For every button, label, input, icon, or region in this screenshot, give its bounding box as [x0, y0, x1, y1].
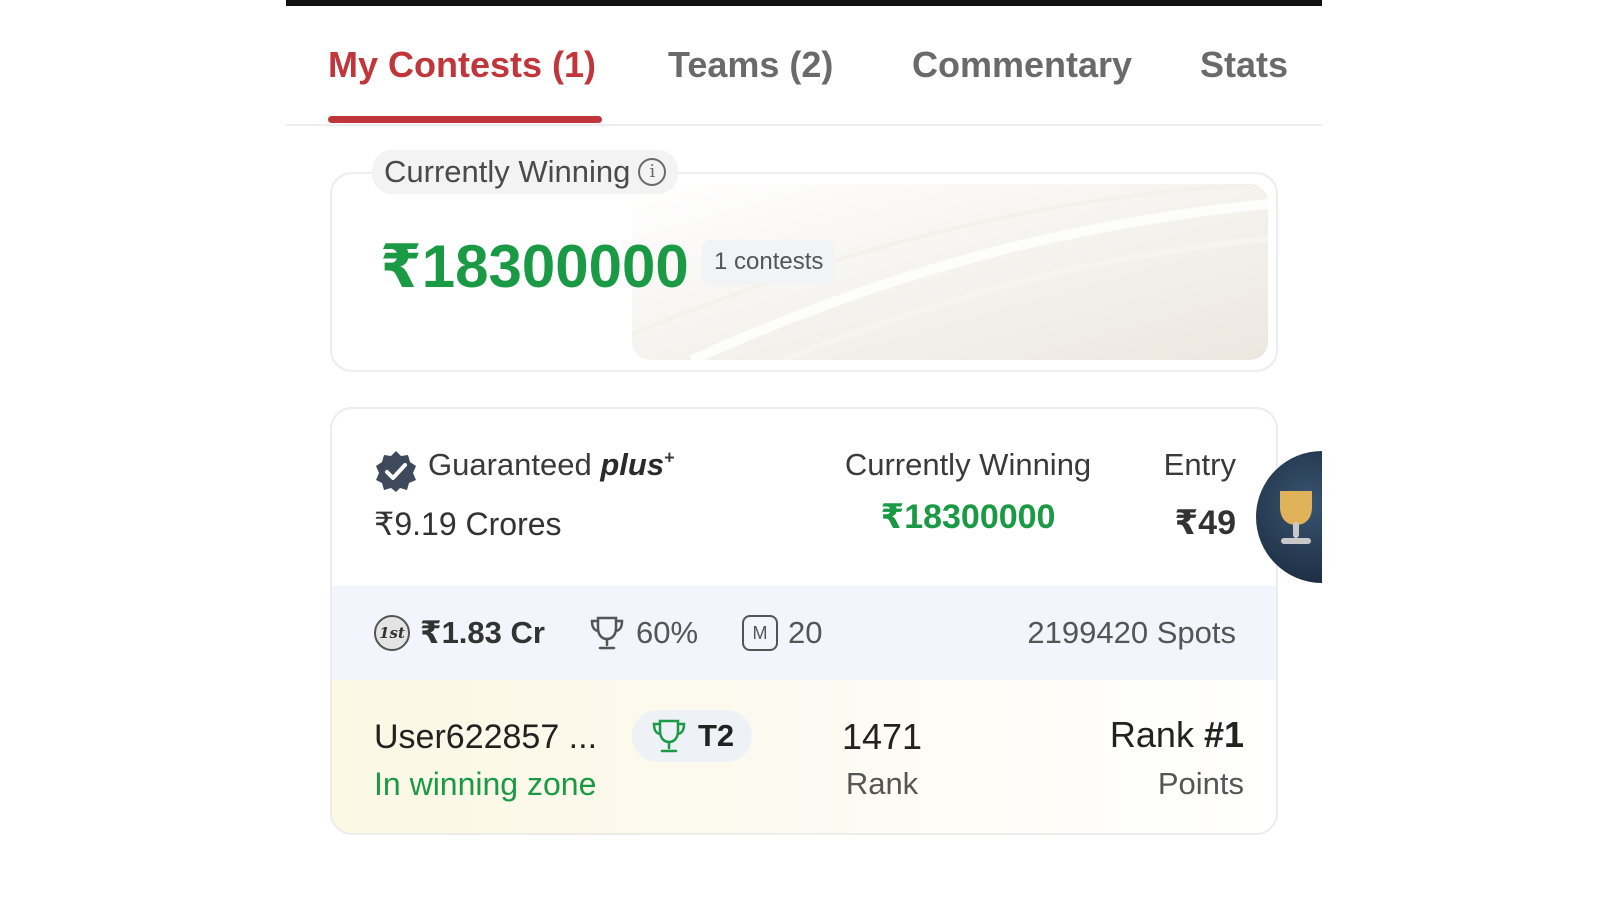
team-tag: T2 [698, 718, 735, 753]
tab-stats[interactable]: Stats [1200, 44, 1288, 86]
first-prize: 1st ₹1.83 Cr [374, 586, 545, 680]
points-number: #1 [1203, 714, 1244, 755]
user-team-row[interactable]: User622857 ... In winning zone T2 1471 R… [332, 680, 1276, 833]
tab-commentary[interactable]: Commentary [912, 44, 1132, 86]
team-badge: T2 [632, 710, 753, 762]
contest-header-row: Guaranteed plus+ ₹9.19 Crores Currently … [332, 409, 1276, 586]
rank-label: Rank [845, 766, 919, 801]
contest-currently-winning-value: ₹18300000 [880, 498, 1056, 536]
active-tab-indicator [328, 116, 602, 123]
entry-label: Entry [1163, 447, 1236, 482]
contest-stats-row: 1st ₹1.83 Cr 60% M 20 2199420 Spots [332, 586, 1276, 680]
contest-currently-winning-label: Currently Winning [844, 447, 1092, 482]
winners-percent: 60% [588, 586, 698, 680]
trophy-icon [1280, 491, 1312, 544]
spots-count: 2199420 Spots [1027, 615, 1236, 650]
first-prize-icon: 1st [374, 615, 410, 651]
contest-type-text: Guaranteed [428, 447, 592, 482]
max-teams-value: 20 [788, 615, 823, 650]
contests-count-badge: 1 contests [702, 240, 836, 284]
verified-badge-icon [376, 451, 416, 492]
contest-card[interactable]: Guaranteed plus+ ₹9.19 Crores Currently … [330, 407, 1278, 835]
username: User622857 ... [374, 718, 598, 756]
first-prize-value: ₹1.83 Cr [420, 615, 545, 650]
entry-fee: ₹49 [1174, 504, 1236, 542]
trophy-icon [590, 616, 624, 650]
tab-teams[interactable]: Teams (2) [668, 44, 833, 86]
rank-value: 1471 [841, 716, 923, 757]
points-prefix: Rank [1109, 714, 1204, 755]
max-teams: M 20 [742, 586, 822, 680]
currently-winning-label-text: Currently Winning [384, 154, 631, 189]
contest-type-plus: plus [600, 447, 665, 482]
multi-entry-icon: M [742, 615, 778, 651]
info-icon[interactable]: i [638, 158, 667, 186]
tab-bar: My Contests (1) Teams (2) Commentary Sta… [286, 6, 1322, 126]
winners-percent-value: 60% [636, 615, 699, 650]
floating-trophy-button[interactable] [1256, 451, 1322, 583]
contest-type-sup: + [664, 447, 675, 468]
total-winning-amount: ₹18300000 [380, 233, 689, 300]
tab-my-contests[interactable]: My Contests (1) [328, 44, 596, 86]
prize-pool: ₹9.19 Crores [374, 506, 562, 542]
currently-winning-label: Currently Winning i [372, 150, 679, 194]
points-value: Rank #1 [1110, 714, 1244, 756]
trophy-icon [652, 719, 686, 753]
points-label: Points [1157, 766, 1244, 801]
contest-type-label: Guaranteed plus+ [428, 447, 675, 483]
winning-zone-status: In winning zone [374, 766, 597, 802]
